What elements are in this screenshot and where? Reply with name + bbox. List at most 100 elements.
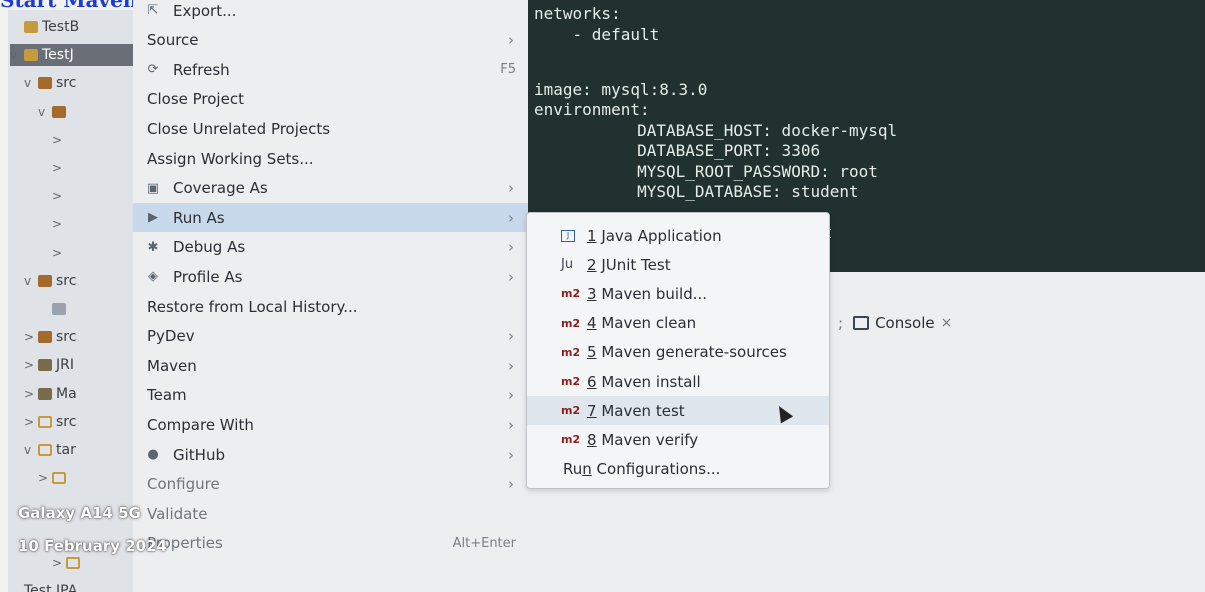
expand-arrow-icon[interactable]: > — [52, 556, 62, 570]
submenu-item-label: 3 Maven build... — [587, 285, 707, 303]
tree-item[interactable]: > — [52, 129, 133, 151]
menu-item-properties[interactable]: Properties Alt+Enter — [133, 529, 528, 558]
maven-icon: m2 — [561, 345, 581, 359]
menu-item-export[interactable]: ⇱ Export... — [133, 0, 528, 25]
menu-item-restore-from-local-history[interactable]: Restore from Local History... — [133, 292, 528, 321]
tree-item[interactable]: > JRI — [24, 354, 133, 376]
chevron-right-icon: › — [508, 386, 514, 405]
run-as-maven-generate-sources[interactable]: m2 5 Maven generate-sources — [527, 338, 829, 367]
expand-arrow-icon[interactable]: v — [24, 274, 34, 288]
expand-arrow-icon[interactable]: > — [52, 217, 62, 231]
run-as-maven-install[interactable]: m2 6 Maven install — [527, 367, 829, 396]
expand-arrow-icon[interactable]: > — [24, 387, 34, 401]
run-as-maven-clean[interactable]: m2 4 Maven clean — [527, 309, 829, 338]
expand-arrow-icon[interactable]: v — [38, 105, 48, 119]
expand-arrow-icon[interactable]: > — [38, 471, 48, 485]
expand-arrow-icon[interactable]: v — [24, 443, 34, 457]
submenu-item-label: Run Configurations... — [563, 460, 720, 478]
tree-item[interactable] — [38, 524, 133, 546]
menu-item-coverage-as[interactable]: ▣ Coverage As › — [133, 174, 528, 203]
tree-item[interactable]: v — [38, 101, 133, 123]
run-configurations-item[interactable]: Run Configurations... — [527, 455, 829, 484]
chevron-right-icon: › — [508, 475, 514, 494]
expand-arrow-icon[interactable]: > — [24, 330, 34, 344]
tree-item[interactable]: v src — [24, 72, 133, 94]
pkg-icon — [38, 274, 52, 287]
expand-arrow-icon[interactable]: > — [52, 133, 62, 147]
menu-item-label: Configure — [147, 475, 220, 494]
tree-item[interactable]: > — [52, 552, 133, 574]
tree-item[interactable]: > — [52, 157, 133, 179]
expand-arrow-icon[interactable]: > — [52, 246, 62, 260]
expand-arrow-icon[interactable]: v — [10, 48, 20, 62]
expand-arrow-icon[interactable]: > — [52, 161, 62, 175]
menu-item-run-as[interactable]: ▶ Run As › — [133, 203, 528, 233]
tree-item[interactable] — [38, 298, 133, 320]
submenu-item-label: 5 Maven generate-sources — [587, 343, 787, 361]
menu-item-refresh[interactable]: ⟳ Refresh F5 — [133, 55, 528, 84]
menu-item-label: Properties — [147, 534, 223, 553]
submenu-item-text: Maven test — [596, 401, 685, 420]
menu-item-github[interactable]: ● GitHub › — [133, 440, 528, 469]
code-line: environment: — [534, 100, 650, 119]
tree-item[interactable]: v tar — [24, 439, 133, 461]
expand-arrow-icon[interactable]: v — [24, 76, 34, 90]
menu-item-profile-as[interactable]: ◈ Profile As › — [133, 262, 528, 291]
tree-item-label: Test JPA — [24, 583, 78, 592]
tree-item[interactable]: > — [52, 213, 133, 235]
chevron-right-icon: › — [508, 415, 514, 434]
open-icon — [38, 415, 52, 428]
file-icon — [52, 303, 66, 315]
menu-item-compare-with[interactable]: Compare With › — [133, 410, 528, 439]
mnemonic: 6 — [587, 372, 597, 391]
console-tab[interactable]: ; Console × — [838, 314, 952, 332]
menu-item-source[interactable]: Source › — [133, 26, 528, 55]
run-as-junit-test[interactable]: Ju 2 JUnit Test — [527, 250, 829, 279]
menu-item-team[interactable]: Team › — [133, 381, 528, 410]
tree-item-label: src — [56, 75, 77, 92]
menu-item-assign-working-sets[interactable]: Assign Working Sets... — [133, 144, 528, 173]
tree-item-label: Ma — [56, 385, 77, 402]
tree-item[interactable]: > — [38, 467, 133, 489]
submenu-item-label: 1 Java Application — [587, 227, 722, 245]
menu-item-debug-as[interactable]: ✱ Debug As › — [133, 233, 528, 262]
expand-arrow-icon[interactable]: > — [24, 415, 34, 429]
submenu-item-label: 4 Maven clean — [587, 314, 696, 332]
menu-item-close-unrelated-projects[interactable]: Close Unrelated Projects — [133, 114, 528, 143]
menu-item-close-project[interactable]: Close Project — [133, 85, 528, 114]
chevron-right-icon: › — [508, 445, 514, 464]
mnemonic: 7 — [587, 401, 597, 420]
tree-item[interactable]: > — [52, 185, 133, 207]
mnemonic: n — [582, 460, 592, 479]
tree-item[interactable]: v src — [24, 270, 133, 292]
run-as-maven-build[interactable]: m2 3 Maven build... — [527, 279, 829, 308]
expand-arrow-icon[interactable]: > — [24, 358, 34, 372]
pkg-icon — [52, 105, 66, 118]
open-icon — [66, 556, 80, 569]
lib-icon — [38, 387, 52, 400]
run-as-java-application[interactable]: J1 Java Application — [527, 221, 829, 250]
expand-arrow-icon[interactable]: > — [52, 189, 62, 203]
submenu-item-text: Maven install — [596, 372, 701, 391]
tree-item[interactable]: > — [52, 242, 133, 264]
tree-item[interactable]: Test JPA — [10, 580, 133, 592]
menu-item-maven[interactable]: Maven › — [133, 351, 528, 380]
run-as-maven-verify[interactable]: m2 8 Maven verify — [527, 425, 829, 454]
tree-item[interactable]: > src — [24, 411, 133, 433]
menu-item-pydev[interactable]: PyDev › — [133, 322, 528, 351]
submenu-item-label: 8 Maven verify — [587, 431, 698, 449]
tree-item[interactable]: TestB — [10, 16, 133, 38]
console-icon — [853, 316, 870, 330]
chevron-right-icon: › — [508, 31, 514, 50]
menu-item-label: Maven — [147, 356, 197, 375]
menu-item-validate[interactable]: Validate — [133, 499, 528, 528]
tree-item[interactable]: > src — [24, 326, 133, 348]
maven-icon: m2 — [561, 375, 581, 388]
tree-item[interactable] — [38, 495, 133, 517]
close-icon[interactable]: × — [941, 315, 953, 331]
tree-item[interactable]: v TestJ — [10, 44, 133, 67]
tree-item[interactable]: > Ma — [24, 383, 133, 405]
code-line: - default — [534, 24, 660, 44]
chevron-right-icon: › — [508, 179, 514, 198]
menu-item-configure[interactable]: Configure › — [133, 470, 528, 499]
